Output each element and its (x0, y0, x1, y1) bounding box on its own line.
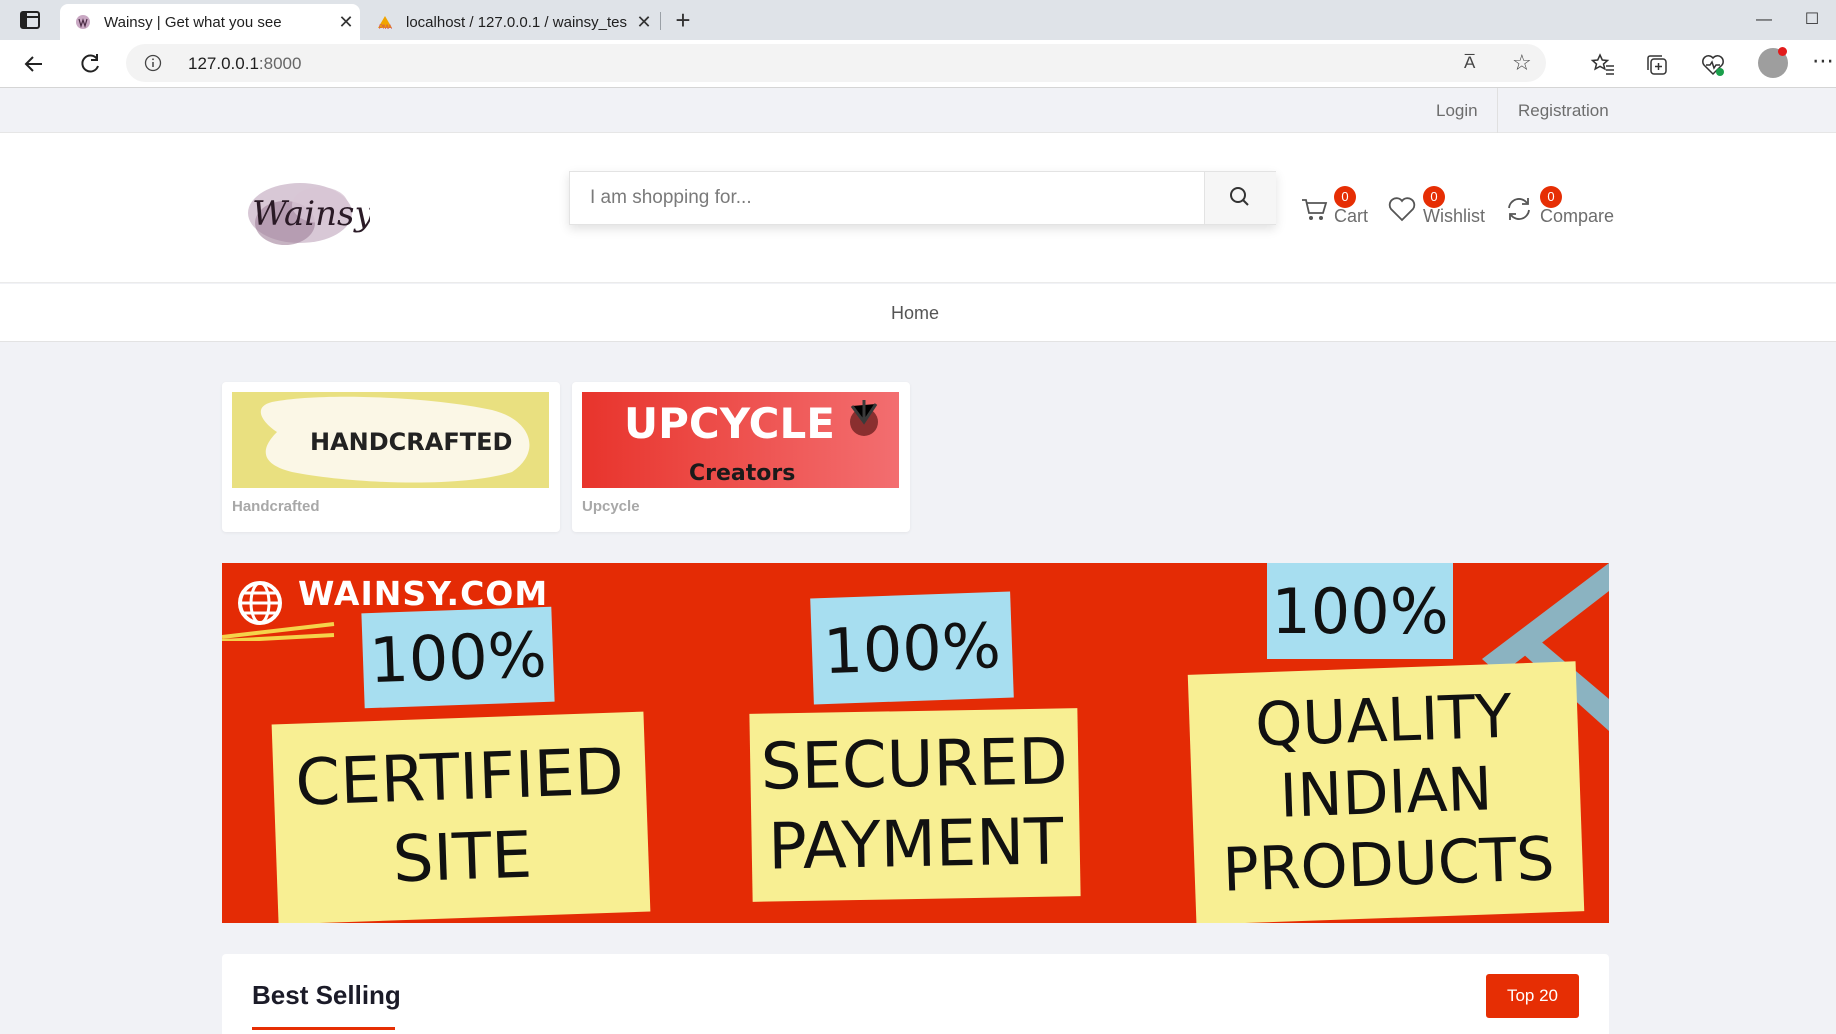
search-input[interactable] (570, 172, 1204, 224)
best-selling-section: Best Selling Top 20 (222, 954, 1609, 1034)
close-tab-icon[interactable]: ✕ (332, 12, 360, 33)
upcycle-image-title: UPCYCLE (624, 399, 835, 448)
address-bar[interactable]: 127.0.0.1:8000 A̅ ☆ (126, 44, 1546, 82)
browser-chrome: Wainsy | Get what you see ✕ PMA localhos… (0, 0, 1836, 88)
banner-col3-text: QUALITY INDIAN PRODUCTS (1187, 661, 1585, 923)
wainsy-favicon-icon (76, 15, 90, 29)
banner-col3-percent: 100% (1267, 563, 1453, 659)
url-host: 127.0.0.1 (188, 54, 259, 73)
title-underline (252, 1027, 395, 1030)
close-tab-icon[interactable]: ✕ (630, 12, 658, 33)
wishlist-count-badge: 0 (1423, 186, 1445, 208)
handcrafted-image-text: HANDCRAFTED (310, 428, 512, 456)
banner-col1-percent: 100% (361, 606, 555, 709)
refresh-icon[interactable] (76, 50, 104, 78)
promo-banner[interactable]: WAINSY.COM 100% CERTIFIED SITE 100% SECU… (222, 563, 1609, 923)
top-20-button[interactable]: Top 20 (1486, 974, 1579, 1018)
collections-icon[interactable] (1644, 52, 1670, 78)
compare-count-badge: 0 (1540, 186, 1562, 208)
cart-icon (1302, 199, 1328, 220)
read-aloud-icon[interactable]: A̅ (1464, 53, 1475, 73)
menu-item-home[interactable]: Home (891, 284, 939, 342)
svg-text:PMA: PMA (379, 25, 392, 31)
banner-col2-line1: SECURED (760, 725, 1069, 805)
login-link[interactable]: Login (1436, 88, 1478, 133)
banner-col3-line1: QUALITY (1254, 681, 1513, 761)
topbar-divider (1497, 88, 1498, 133)
category-caption: Upcycle (582, 498, 640, 515)
wishlist-label: Wishlist (1423, 206, 1485, 226)
tab-strip: Wainsy | Get what you see ✕ PMA localhos… (0, 0, 1836, 40)
category-card-handcrafted[interactable]: HANDCRAFTED Handcrafted (222, 382, 560, 532)
search-icon (1230, 187, 1249, 206)
compare-label: Compare (1540, 206, 1615, 226)
banner-col3-line2: INDIAN (1278, 754, 1494, 832)
heart-icon (1388, 197, 1416, 222)
back-arrow-icon[interactable] (20, 50, 48, 78)
web-page: Login Registration Wainsy 0 Cart 0 (0, 88, 1836, 1034)
phpmyadmin-favicon-icon: PMA (378, 16, 392, 31)
upcycle-image: UPCYCLE Creators (582, 392, 899, 488)
globe-icon (238, 581, 282, 625)
search-bar (569, 171, 1276, 225)
banner-col1-line2: SITE (391, 818, 534, 898)
wainsy-logo[interactable]: Wainsy (230, 163, 374, 263)
new-tab-button[interactable]: + (668, 6, 698, 36)
maximize-button[interactable]: ☐ (1788, 0, 1836, 40)
upcycle-image-subtitle: Creators (689, 461, 795, 486)
top-bar: Login Registration (0, 88, 1836, 133)
registration-link[interactable]: Registration (1518, 88, 1609, 133)
favorite-star-icon[interactable]: ☆ (1512, 50, 1532, 76)
site-info-icon[interactable] (144, 54, 162, 72)
url-text[interactable]: 127.0.0.1:8000 (188, 54, 301, 74)
minimize-button[interactable]: — (1740, 0, 1788, 40)
favorites-icon[interactable] (1590, 52, 1616, 78)
tab-phpmyadmin[interactable]: PMA localhost / 127.0.0.1 / wainsy_tes ✕ (362, 4, 658, 40)
search-button[interactable] (1204, 172, 1276, 224)
category-card-upcycle[interactable]: UPCYCLE Creators Upcycle (572, 382, 910, 532)
browser-essentials-icon[interactable] (1700, 52, 1726, 78)
url-port: :8000 (258, 54, 302, 73)
tab-actions-icon[interactable] (18, 8, 42, 32)
category-caption: Handcrafted (232, 498, 320, 515)
compare-refresh-icon (1508, 198, 1530, 220)
compare-link[interactable]: 0 Compare (1504, 186, 1614, 236)
cart-link[interactable]: 0 Cart (1300, 186, 1370, 236)
tab-title: Wainsy | Get what you see (104, 13, 282, 31)
window-controls: — ☐ (1740, 0, 1836, 40)
cart-label: Cart (1334, 206, 1369, 226)
svg-text:Wainsy: Wainsy (252, 194, 370, 234)
profile-notification-dot (1778, 47, 1787, 56)
banner-col2-percent: 100% (810, 591, 1014, 705)
tab-title: localhost / 127.0.0.1 / wainsy_tes (406, 13, 627, 31)
banner-col2-text: SECURED PAYMENT (749, 708, 1081, 902)
more-options-icon[interactable]: ⋯ (1812, 48, 1834, 74)
tab-wainsy[interactable]: Wainsy | Get what you see ✕ (60, 4, 360, 40)
best-selling-title: Best Selling (252, 980, 401, 1010)
banner-stripes (222, 622, 335, 641)
wishlist-link[interactable]: 0 Wishlist (1387, 186, 1487, 236)
cart-count-badge: 0 (1334, 186, 1356, 208)
site-header: Wainsy 0 Cart 0 Wishlist 0 Compare (0, 133, 1836, 283)
browser-toolbar: 127.0.0.1:8000 A̅ ☆ ⋯ (0, 40, 1836, 88)
handcrafted-image: HANDCRAFTED (232, 392, 549, 488)
banner-col1-text: CERTIFIED SITE (271, 711, 651, 923)
banner-col2-line2: PAYMENT (767, 805, 1064, 885)
main-menu: Home (0, 284, 1836, 342)
tab-separator (660, 12, 661, 30)
banner-col1-line1: CERTIFIED (294, 735, 625, 821)
banner-col3-line3: PRODUCTS (1221, 824, 1556, 906)
